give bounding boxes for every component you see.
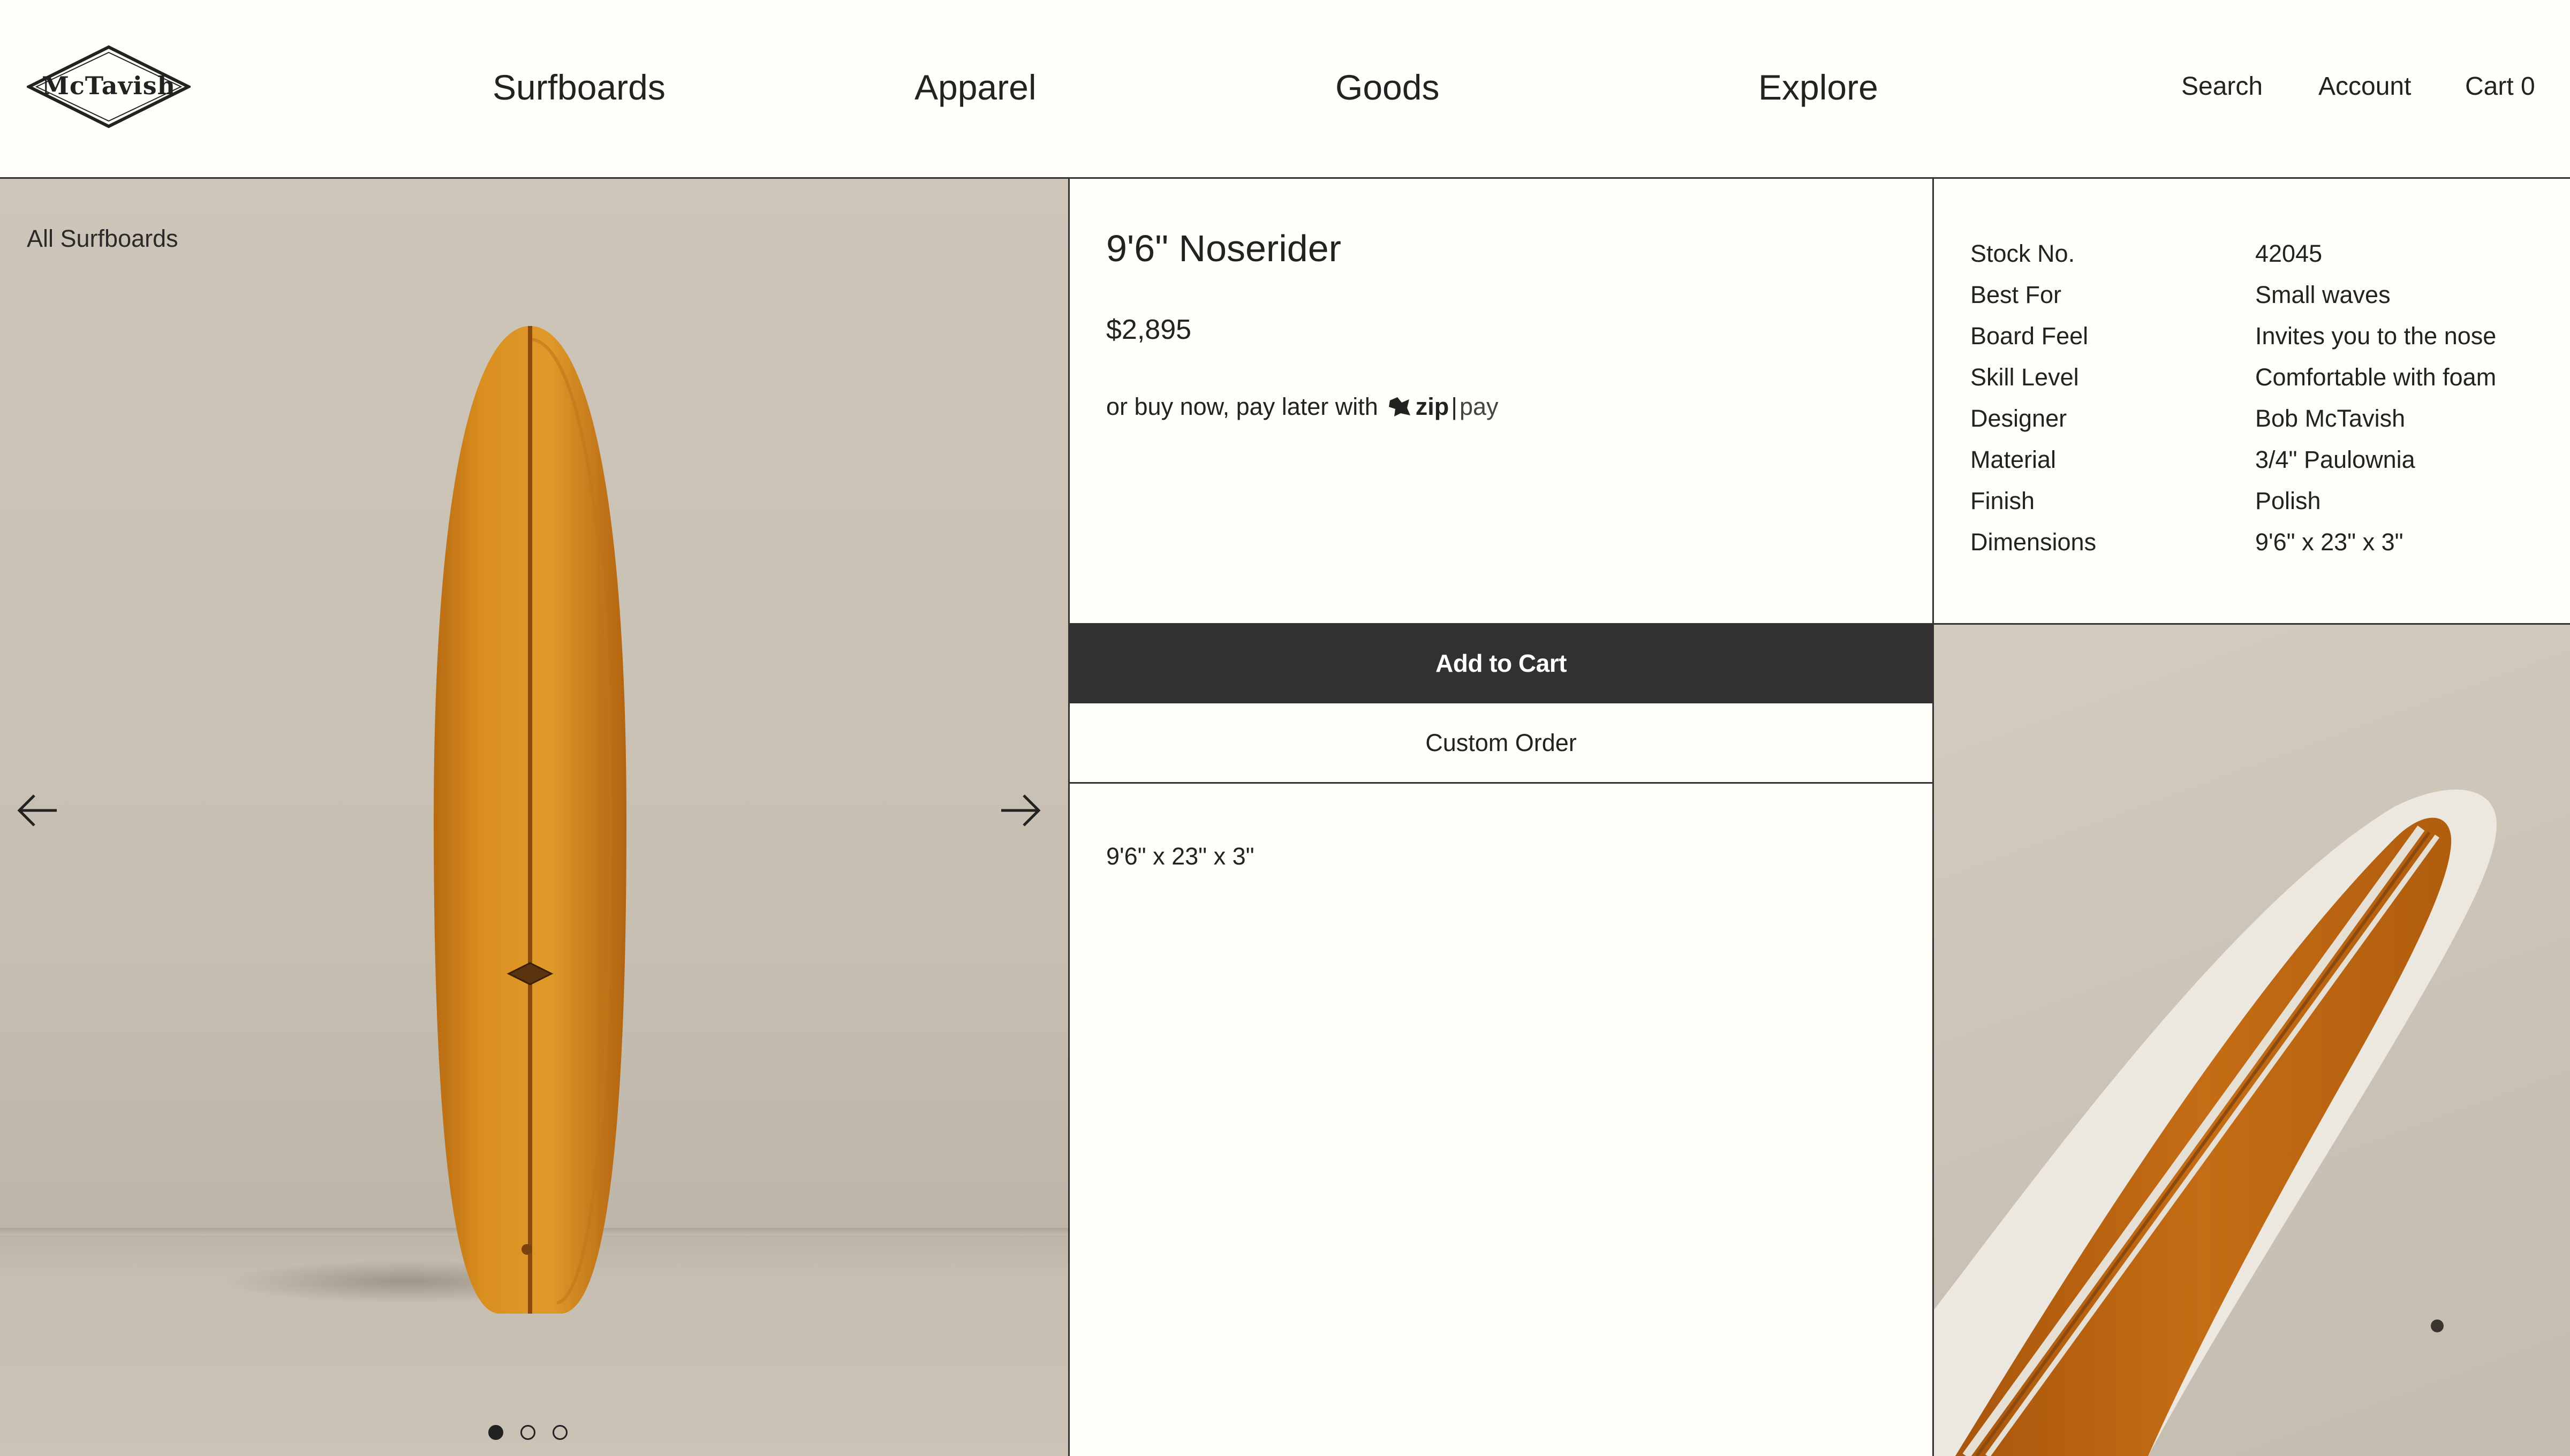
spec-value: 42045 [2255, 240, 2323, 267]
add-to-cart-button[interactable]: Add to Cart [1070, 623, 1932, 703]
spec-row: Board Feel Invites you to the nose [1970, 320, 2496, 352]
nav-goods[interactable]: Goods [1335, 63, 1439, 111]
account-link[interactable]: Account [2318, 70, 2411, 104]
spec-value: Polish [2255, 487, 2321, 514]
product-info: 9'6" Noserider $2,895 or buy now, pay la… [1068, 179, 1934, 1456]
custom-order-button[interactable]: Custom Order [1070, 703, 1932, 784]
spec-label: Skill Level [1970, 363, 2079, 391]
spec-label: Designer [1970, 405, 2067, 432]
product-specs: Stock No. 42045 Best For Small waves Board… [1934, 179, 2570, 625]
spec-label: Board Feel [1970, 322, 2089, 350]
board-detail-image [1934, 625, 2570, 1456]
spec-row: Dimensions 9'6" x 23" x 3" [1970, 526, 2403, 558]
spec-row: Best For Small waves [1970, 279, 2391, 311]
spec-value: 3/4" Paulownia [2255, 446, 2415, 473]
zip-brand-text: zip [1415, 393, 1449, 420]
board-nose-closeup [1934, 789, 2497, 1456]
svg-text:McTavish: McTavish [42, 71, 176, 100]
spec-row: Stock No. 42045 [1970, 238, 2322, 270]
arrow-left-icon[interactable] [13, 789, 61, 832]
spec-row: Designer Bob McTavish [1970, 403, 2405, 435]
nav-explore[interactable]: Explore [1758, 63, 1878, 111]
nav-apparel[interactable]: Apparel [914, 63, 1037, 111]
spec-label: Dimensions [1970, 528, 2097, 556]
pay-later-line: or buy now, pay later with zip | pay [1106, 393, 1499, 421]
product-price: $2,895 [1106, 314, 1192, 345]
spec-label: Best For [1970, 281, 2062, 308]
spec-label: Finish [1970, 487, 2035, 514]
slide-dot-2[interactable] [520, 1425, 535, 1440]
site-header: McTavish Surfboards Apparel Goods Explor… [0, 0, 2570, 179]
zip-pay-logo[interactable]: zip | pay [1387, 393, 1499, 421]
product-gallery: All Surfboards [0, 179, 1068, 1456]
spec-label: Stock No. [1970, 240, 2075, 267]
cart-link[interactable]: Cart 0 [2465, 70, 2535, 104]
zip-suffix-text: pay [1459, 393, 1499, 420]
spec-value: Invites you to the nose [2255, 322, 2497, 350]
nav-surfboards[interactable]: Surfboards [493, 63, 666, 111]
breadcrumb-all-surfboards[interactable]: All Surfboards [27, 225, 178, 253]
dimensions-summary: 9'6" x 23" x 3" [1106, 843, 1254, 870]
zip-icon [1388, 397, 1410, 416]
slide-indicator [488, 1422, 579, 1443]
spec-row: Skill Level Comfortable with foam [1970, 361, 2496, 393]
slide-dot-3[interactable] [553, 1425, 568, 1440]
product-title: 9'6" Noserider [1106, 228, 1341, 269]
spec-label: Material [1970, 446, 2057, 473]
pay-later-text: or buy now, pay later with [1106, 393, 1378, 420]
arrow-right-icon[interactable] [997, 789, 1045, 832]
slide-dot-1[interactable] [488, 1425, 503, 1440]
spec-value: Small waves [2255, 281, 2391, 308]
zip-divider: | [1451, 393, 1457, 420]
spec-value: 9'6" x 23" x 3" [2255, 528, 2403, 556]
mctavish-logo[interactable]: McTavish [27, 45, 191, 128]
surfboard-image [225, 326, 626, 1314]
search-link[interactable]: Search [2181, 70, 2263, 104]
spec-row: Finish Polish [1970, 485, 2321, 517]
spec-value: Comfortable with foam [2255, 363, 2497, 391]
spec-value: Bob McTavish [2255, 405, 2406, 432]
spec-row: Material 3/4" Paulownia [1970, 444, 2415, 476]
